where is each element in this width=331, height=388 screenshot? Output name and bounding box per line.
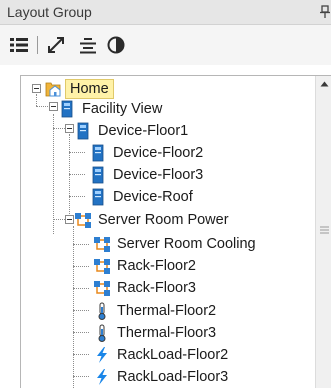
contrast-icon[interactable] — [105, 34, 127, 56]
tree-line — [53, 114, 54, 234]
tree-node-thermal-floor3[interactable]: Thermal-Floor3 — [93, 323, 293, 343]
lightning-icon — [97, 347, 107, 363]
align-icon[interactable] — [77, 34, 99, 56]
tree-node-server-room-power[interactable]: Server Room Power — [74, 210, 294, 230]
tree-node-label: Home — [65, 79, 114, 99]
device-icon — [61, 100, 73, 118]
collapse-toggle[interactable] — [32, 84, 41, 93]
tree-node-label: Thermal-Floor2 — [117, 303, 217, 319]
tree-line — [73, 354, 89, 355]
tree-node-label: Device-Floor2 — [113, 145, 204, 161]
tree-node-device-floor3[interactable]: Device-Floor3 — [89, 165, 289, 185]
tree-line — [53, 219, 65, 220]
tree-line — [36, 94, 37, 106]
network-icon — [94, 237, 110, 252]
tree-node-server-room-cooling[interactable]: Server Room Cooling — [93, 234, 313, 254]
device-icon — [92, 166, 104, 184]
tree-line — [69, 196, 85, 197]
tree-line — [73, 310, 89, 311]
tree-view[interactable]: Home Facility View Device-Floor1 Device-… — [20, 75, 331, 388]
tree-node-label: Server Room Power — [98, 212, 229, 228]
tree-node-label: RackLoad-Floor3 — [117, 369, 229, 385]
tree-node-facility-view[interactable]: Facility View — [58, 99, 258, 119]
tree-node-device-roof[interactable]: Device-Roof — [89, 187, 289, 207]
tree-node-rackload-floor3[interactable]: RackLoad-Floor3 — [93, 367, 293, 387]
panel-title: Layout Group — [7, 4, 92, 20]
tree-node-label: Server Room Cooling — [117, 236, 256, 252]
tree-line — [73, 288, 89, 289]
tree-node-label: Rack-Floor2 — [117, 258, 196, 274]
tree-line — [69, 174, 85, 175]
scroll-up-arrow-icon[interactable] — [320, 81, 329, 87]
home-folder-icon — [45, 82, 61, 97]
tree-node-rackload-floor2[interactable]: RackLoad-Floor2 — [93, 345, 293, 365]
tree-line — [73, 266, 89, 267]
tree-line — [53, 128, 65, 129]
thermometer-icon — [98, 324, 106, 342]
network-icon — [94, 259, 110, 274]
tree-line — [73, 332, 89, 333]
tree-node-rack-floor2[interactable]: Rack-Floor2 — [93, 256, 293, 276]
tree-node-thermal-floor2[interactable]: Thermal-Floor2 — [93, 301, 293, 321]
tree-node-label: Device-Roof — [113, 189, 193, 205]
tree-node-device-floor2[interactable]: Device-Floor2 — [89, 143, 289, 163]
list-view-icon[interactable] — [8, 34, 30, 56]
tree-node-rack-floor3[interactable]: Rack-Floor3 — [93, 278, 293, 298]
network-icon — [75, 213, 91, 228]
thermometer-icon — [98, 302, 106, 320]
lightning-icon — [97, 369, 107, 385]
tree-node-label: Facility View — [82, 101, 163, 117]
tree-node-device-floor1[interactable]: Device-Floor1 — [74, 121, 274, 141]
tree-node-label: Device-Floor1 — [98, 123, 189, 139]
tree-line — [73, 376, 89, 377]
tree-node-label: RackLoad-Floor2 — [117, 347, 229, 363]
pin-icon[interactable] — [319, 5, 331, 19]
expand-icon[interactable] — [45, 34, 67, 56]
tree-node-home[interactable]: Home — [45, 79, 245, 99]
tree-line — [69, 152, 85, 153]
tree-node-label: Rack-Floor3 — [117, 280, 196, 296]
panel-titlebar: Layout Group — [0, 0, 331, 25]
collapse-toggle[interactable] — [65, 124, 74, 133]
vertical-scrollbar[interactable] — [315, 76, 331, 388]
device-icon — [92, 188, 104, 206]
toolbar — [0, 25, 331, 65]
tree-line — [36, 106, 48, 107]
tree-node-label: Device-Floor3 — [113, 167, 204, 183]
scroll-grip-icon[interactable] — [320, 226, 329, 234]
device-icon — [92, 144, 104, 162]
network-icon — [94, 281, 110, 296]
toolbar-separator — [37, 36, 38, 54]
collapse-toggle[interactable] — [65, 215, 74, 224]
tree-line — [73, 226, 74, 388]
tree-line — [73, 244, 89, 245]
device-icon — [77, 122, 89, 140]
tree-node-label: Thermal-Floor3 — [117, 325, 217, 341]
collapse-toggle[interactable] — [49, 102, 58, 111]
